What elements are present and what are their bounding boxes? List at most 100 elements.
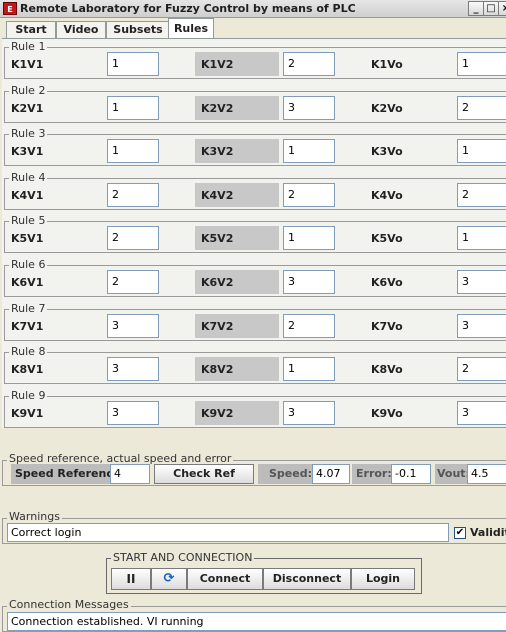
rule-v2-label-text: K6V2: [201, 276, 234, 289]
rule-v2-label-text: K9V2: [201, 407, 234, 420]
rule-v2-label: K8V2: [195, 357, 279, 381]
rule-title: Rule 5: [9, 214, 48, 228]
rule-v2-label: K9V2: [195, 401, 279, 425]
rule-v1-label: K5V1: [11, 232, 44, 245]
rule-title: Rule 4: [9, 171, 48, 185]
disconnect-button[interactable]: Disconnect: [263, 568, 351, 590]
rule-v2-input[interactable]: 2: [283, 314, 335, 338]
rule-v2-input[interactable]: 1: [283, 226, 335, 250]
rule-vo-input[interactable]: 3: [457, 314, 506, 338]
refresh-button[interactable]: ⟳: [151, 568, 187, 590]
rule-vo-label: K5Vo: [371, 232, 403, 245]
error-label-text: Error:: [356, 467, 392, 480]
speed-panel: Speed reference, actual speed and error …: [2, 452, 506, 486]
rule-title: Rule 1: [9, 40, 48, 54]
rule-v1-label: K1V1: [11, 58, 44, 71]
speed-label: Speed:: [258, 464, 312, 484]
rule-v2-input[interactable]: 1: [283, 139, 335, 163]
rule-v1-input[interactable]: 2: [107, 270, 159, 294]
rule-vo-label: K2Vo: [371, 102, 403, 115]
rule-v1-input[interactable]: 1: [107, 52, 159, 76]
rule-group: Rule 3 K3V1 1 K3V2 1 K3Vo 1: [4, 127, 506, 166]
tab-rules[interactable]: Rules: [168, 18, 214, 39]
rule-vo-input[interactable]: 2: [457, 96, 506, 120]
title-bar[interactable]: E Remote Laboratory for Fuzzy Control by…: [0, 0, 506, 18]
rule-vo-input[interactable]: 1: [457, 52, 506, 76]
start-connection-panel: START AND CONNECTION II ⟳ Connect Discon…: [106, 551, 422, 594]
rule-v2-label: K4V2: [195, 183, 279, 207]
connection-messages-title: Connection Messages: [7, 598, 131, 612]
rule-v1-input[interactable]: 3: [107, 314, 159, 338]
rule-v2-label-text: K8V2: [201, 363, 234, 376]
rule-vo-input[interactable]: 3: [457, 401, 506, 425]
rule-group: Rule 2 K2V1 1 K2V2 3 K2Vo 2: [4, 84, 506, 123]
error-value: -0.1: [391, 464, 431, 484]
warnings-panel: Warnings Correct login ✔ Validity: [2, 510, 506, 544]
maximize-button[interactable]: □: [483, 1, 499, 16]
speed-value: 4.07: [312, 464, 350, 484]
vout-value: 4.5: [467, 464, 506, 484]
check-ref-button[interactable]: Check Ref: [154, 464, 254, 484]
rule-v1-label: K9V1: [11, 407, 44, 420]
vout-label: Vout:: [435, 464, 470, 484]
rule-vo-input[interactable]: 2: [457, 357, 506, 381]
start-connection-title: START AND CONNECTION: [111, 551, 255, 565]
rule-v1-label: K6V1: [11, 276, 44, 289]
app-icon: E: [3, 2, 17, 15]
rule-title: Rule 9: [9, 389, 48, 403]
rule-v1-label: K7V1: [11, 320, 44, 333]
warnings-title: Warnings: [7, 510, 62, 524]
rule-vo-label: K8Vo: [371, 363, 403, 376]
rule-vo-input[interactable]: 3: [457, 270, 506, 294]
rule-vo-label: K7Vo: [371, 320, 403, 333]
minimize-button[interactable]: _: [468, 1, 484, 16]
rule-v1-label: K4V1: [11, 189, 44, 202]
tab-start[interactable]: Start: [6, 21, 56, 39]
rule-vo-input[interactable]: 1: [457, 226, 506, 250]
rule-v2-label: K5V2: [195, 226, 279, 250]
vout-label-text: Vout:: [437, 467, 470, 480]
rule-group: Rule 7 K7V1 3 K7V2 2 K7Vo 3: [4, 302, 506, 341]
rule-v2-label-text: K7V2: [201, 320, 234, 333]
rule-v1-label: K3V1: [11, 145, 44, 158]
tab-subsets[interactable]: Subsets: [106, 21, 170, 39]
refresh-icon: ⟳: [163, 571, 175, 586]
connect-button[interactable]: Connect: [187, 568, 263, 590]
tab-video[interactable]: Video: [56, 21, 106, 39]
rule-vo-input[interactable]: 1: [457, 139, 506, 163]
rule-group: Rule 9 K9V1 3 K9V2 3 K9Vo 3: [4, 389, 506, 428]
rules-panel: Rule 1 K1V1 1 K1V2 2 K1Vo 1 Rule 2 K2V1 1 K2V2 3 K2V…: [2, 38, 506, 428]
rule-group: Rule 6 K6V1 2 K6V2 3 K6Vo 3: [4, 258, 506, 297]
rule-title: Rule 7: [9, 302, 48, 316]
rule-group: Rule 8 K8V1 3 K8V2 1 K8Vo 2: [4, 345, 506, 384]
rule-vo-label: K9Vo: [371, 407, 403, 420]
rule-title: Rule 2: [9, 84, 48, 98]
rule-v1-input[interactable]: 2: [107, 226, 159, 250]
speed-reference-label-text: Speed Reference:: [15, 467, 125, 480]
pause-button[interactable]: II: [111, 568, 151, 590]
validity-checkbox[interactable]: ✔: [454, 527, 466, 539]
rule-vo-label: K3Vo: [371, 145, 403, 158]
rule-v2-input[interactable]: 3: [283, 96, 335, 120]
rule-v1-input[interactable]: 3: [107, 357, 159, 381]
rule-v1-input[interactable]: 1: [107, 96, 159, 120]
rule-vo-input[interactable]: 2: [457, 183, 506, 207]
rule-v2-input[interactable]: 2: [283, 52, 335, 76]
login-button[interactable]: Login: [351, 568, 415, 590]
speed-reference-input[interactable]: 4: [110, 464, 150, 484]
rule-v2-input[interactable]: 2: [283, 183, 335, 207]
rule-v2-input[interactable]: 3: [283, 401, 335, 425]
rule-v2-label: K7V2: [195, 314, 279, 338]
rule-group: Rule 5 K5V1 2 K5V2 1 K5Vo 1: [4, 214, 506, 253]
rule-title: Rule 8: [9, 345, 48, 359]
rule-v2-input[interactable]: 3: [283, 270, 335, 294]
speed-label-text: Speed:: [269, 467, 312, 480]
rule-v2-label-text: K1V2: [201, 58, 234, 71]
rule-v1-input[interactable]: 1: [107, 139, 159, 163]
rule-v2-input[interactable]: 1: [283, 357, 335, 381]
rule-v1-input[interactable]: 3: [107, 401, 159, 425]
connection-messages-panel: Connection Messages Connection establish…: [2, 598, 506, 632]
warnings-message: Correct login: [7, 523, 449, 542]
rule-v1-input[interactable]: 2: [107, 183, 159, 207]
close-button[interactable]: ×: [498, 1, 506, 16]
